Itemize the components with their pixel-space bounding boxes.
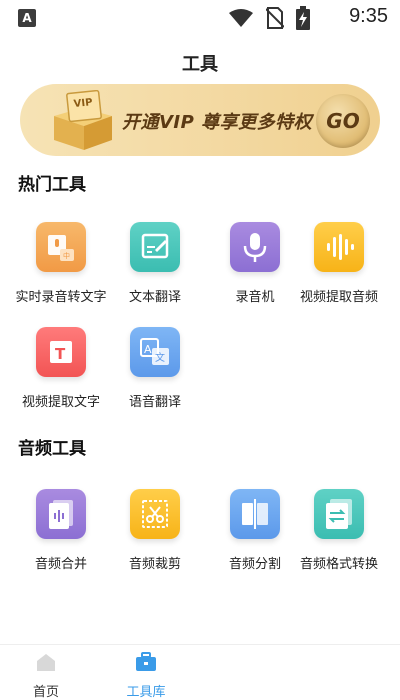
svg-text:中: 中 [63, 251, 70, 260]
nav-label-toolbox: 工具库 [126, 685, 166, 700]
vip-box-illustration: VIP [54, 90, 112, 150]
section-title-audio-tools: 音频工具 [18, 439, 86, 459]
split-icon [230, 489, 280, 539]
text-t-icon: T [36, 327, 86, 377]
no-sim-icon [266, 7, 284, 29]
section-title-hot-tools: 热门工具 [18, 175, 86, 195]
bottom-nav: 首页 工具库 [0, 644, 400, 700]
audio-wave-icon [314, 222, 364, 272]
tool-audio-format-convert[interactable]: 音频格式转换 [289, 489, 389, 572]
tool-label: 视频提取音频 [299, 290, 378, 305]
status-icons [228, 6, 310, 30]
text-edit-icon [130, 222, 180, 272]
toolbox-icon [136, 652, 156, 671]
tool-label: 文本翻译 [128, 290, 181, 305]
svg-text:A: A [144, 343, 152, 356]
page-title: 工具 [182, 54, 218, 75]
tool-voice-translate[interactable]: A 文 语音翻译 [105, 327, 205, 410]
nav-label-home: 首页 [32, 685, 59, 700]
wifi-icon [229, 9, 253, 27]
scissors-icon [130, 489, 180, 539]
convert-icon [314, 489, 364, 539]
vip-go-button[interactable]: GO [316, 94, 370, 148]
microphone-icon [230, 222, 280, 272]
svg-text:T: T [55, 345, 66, 363]
tool-label: 视频提取文字 [21, 395, 100, 410]
vip-promo-text: 开通VIP 尊享更多特权 [122, 112, 313, 133]
tool-label: 音频合并 [34, 557, 87, 572]
home-icon [37, 654, 55, 671]
tool-video-extract-audio[interactable]: 视频提取音频 [289, 222, 389, 305]
tool-label: 音频裁剪 [128, 557, 181, 572]
tool-audio-cut[interactable]: 音频裁剪 [105, 489, 205, 572]
vip-banner[interactable]: VIP 开通VIP 尊享更多特权 GO [20, 84, 380, 156]
status-time: 9:35 [349, 5, 388, 27]
tool-realtime-speech-to-text[interactable]: 中 实时录音转文字 [11, 222, 111, 305]
battery-charging-icon [296, 6, 310, 30]
tool-text-translate[interactable]: 文本翻译 [105, 222, 205, 305]
audio-merge-icon [36, 489, 86, 539]
translate-icon: A 文 [130, 327, 180, 377]
tool-label: 实时录音转文字 [15, 290, 107, 305]
tool-label: 音频格式转换 [299, 557, 378, 572]
nav-item-toolbox[interactable]: 工具库 [106, 651, 186, 700]
speech-to-text-icon: 中 [36, 222, 86, 272]
tool-audio-merge[interactable]: 音频合并 [11, 489, 111, 572]
nav-item-home[interactable]: 首页 [6, 651, 86, 700]
status-bar: A 9:35 [0, 0, 400, 36]
tool-video-extract-text[interactable]: T 视频提取文字 [11, 327, 111, 410]
accessibility-app-icon: A [18, 9, 36, 27]
vip-badge-text: VIP [73, 97, 93, 110]
svg-text:文: 文 [155, 351, 165, 364]
tool-label: 语音翻译 [128, 395, 181, 410]
